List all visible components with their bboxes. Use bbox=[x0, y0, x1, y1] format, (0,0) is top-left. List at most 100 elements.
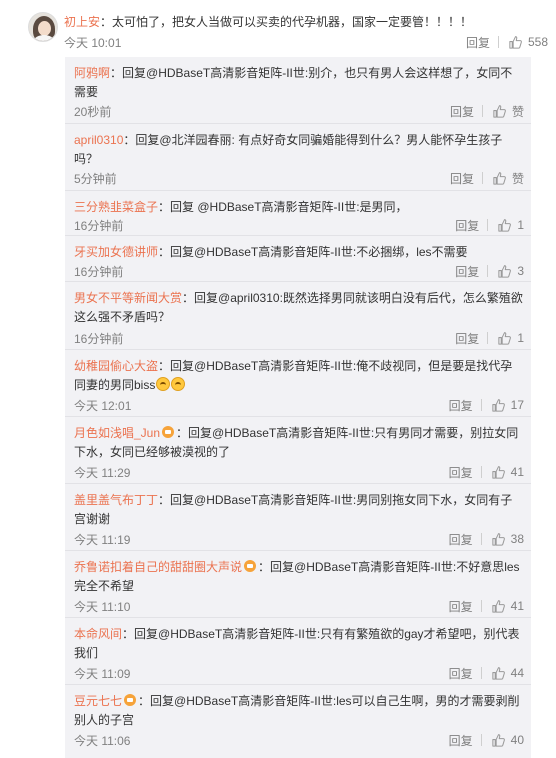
divider bbox=[480, 466, 482, 478]
divider bbox=[481, 172, 483, 184]
laughing-emoji bbox=[156, 377, 171, 391]
thumbs-up-icon bbox=[492, 599, 505, 613]
user-avatar[interactable] bbox=[28, 12, 58, 42]
like-button[interactable]: 41 bbox=[491, 465, 524, 480]
reply-text: 男女不平等新闻大赏：回复@april0310:既然选择男同就该明白没有后代，怎么… bbox=[74, 289, 524, 327]
reply-author[interactable]: 月色如浅唱_Jun bbox=[74, 426, 160, 440]
reply-actions: 回复 17 bbox=[449, 397, 524, 413]
reply-text: 盖里盖气布丁丁：回复@HDBaseT高清影音矩阵-II世:男同别拖女同下水，女同… bbox=[74, 491, 524, 529]
reply-text: april0310：回复@北洋园春丽: 有点好奇女同骗婚能得到什么？男人能怀孕生… bbox=[74, 131, 524, 169]
comment-text: 初上安：太可怕了，把女人当做可以买卖的代孕机器，国家一定要管！！！！ bbox=[64, 13, 548, 31]
divider bbox=[487, 219, 489, 231]
reply-body: ：回复@HDBaseT高清影音矩阵-II世:别介，也只有男人会这样想了，女同不需… bbox=[74, 66, 513, 99]
reply-author[interactable]: 牙买加女德讲师 bbox=[74, 245, 158, 259]
divider bbox=[480, 667, 482, 679]
reply-author[interactable]: 盖里盖气布丁丁 bbox=[74, 493, 158, 507]
reply-actions: 回复 40 bbox=[449, 732, 524, 748]
like-count: 赞 bbox=[511, 104, 524, 119]
like-button[interactable]: 41 bbox=[491, 599, 524, 614]
reply-meta: 今天 12:01 回复 17 bbox=[74, 397, 524, 413]
reply-meta: 16分钟前 回复 1 bbox=[74, 330, 524, 346]
reply-button[interactable]: 回复 bbox=[449, 598, 473, 615]
reply-text: 三分熟韭菜盒子：回复 @HDBaseT高清影音矩阵-II世:是男同， bbox=[74, 198, 524, 217]
reply-button[interactable]: 回复 bbox=[449, 732, 473, 749]
like-button[interactable]: 赞 bbox=[492, 170, 524, 187]
like-button[interactable]: 38 bbox=[491, 532, 524, 547]
reply-button[interactable]: 回复 bbox=[450, 103, 474, 120]
reply-actions: 回复 41 bbox=[449, 598, 524, 614]
reply-item: 男女不平等新闻大赏：回复@april0310:既然选择男同就该明白没有后代，怎么… bbox=[65, 282, 531, 350]
like-button[interactable]: 44 bbox=[491, 666, 524, 681]
reply-text: 本命风间：回复@HDBaseT高清影音矩阵-II世:只有有繁殖欲的gay才希望吧… bbox=[74, 625, 524, 663]
thumbs-up-icon bbox=[493, 171, 506, 185]
thumbs-up-icon bbox=[492, 666, 505, 680]
reply-time: 今天 11:10 bbox=[74, 600, 131, 614]
reply-item: 幼稚园偷心大盗：回复@HDBaseT高清影音矩阵-II世:俺不歧视同，但是要是找… bbox=[65, 350, 531, 417]
reply-time: 今天 11:29 bbox=[74, 466, 131, 480]
reply-time: 5分钟前 bbox=[74, 172, 117, 186]
reply-button[interactable]: 回复 bbox=[466, 34, 490, 51]
reply-button[interactable]: 回复 bbox=[449, 397, 473, 414]
thumbs-up-icon bbox=[498, 218, 512, 232]
reply-body: ：回复@HDBaseT高清影音矩阵-II世:不必捆绑，les不需要 bbox=[158, 245, 468, 259]
reply-button[interactable]: 回复 bbox=[455, 330, 479, 347]
comment-thread: 初上安：太可怕了，把女人当做可以买卖的代孕机器，国家一定要管！！！！ 今天 10… bbox=[0, 0, 556, 758]
like-button[interactable]: 1 bbox=[497, 331, 524, 346]
reply-text: 豆元七七 ：回复@HDBaseT高清影音矩阵-II世:les可以自己生啊，男的才需… bbox=[74, 692, 524, 730]
reply-author[interactable]: april0310 bbox=[74, 133, 123, 147]
reply-time: 今天 11:19 bbox=[74, 533, 131, 547]
reply-author[interactable]: 幼稚园偷心大盗 bbox=[74, 359, 158, 373]
comment-author[interactable]: 初上安 bbox=[64, 15, 100, 29]
thumbs-up-icon bbox=[492, 465, 505, 479]
reply-button[interactable]: 回复 bbox=[455, 217, 479, 234]
reply-actions: 回复 赞 bbox=[450, 170, 524, 186]
like-count: 41 bbox=[510, 465, 524, 479]
reply-author[interactable]: 本命风间 bbox=[74, 627, 122, 641]
reply-author[interactable]: 阿鸦啊 bbox=[74, 66, 110, 80]
like-count: 1 bbox=[517, 218, 524, 232]
divider bbox=[480, 600, 482, 612]
reply-author[interactable]: 乔鲁诺扣着自己的甜甜圈大声说 bbox=[74, 560, 242, 574]
reply-time: 16分钟前 bbox=[74, 219, 124, 233]
reply-button[interactable]: 回复 bbox=[449, 531, 473, 548]
reply-actions: 回复 赞 bbox=[450, 103, 524, 119]
reply-text: 乔鲁诺扣着自己的甜甜圈大声说 ：回复@HDBaseT高清影音矩阵-II世:不好意思… bbox=[74, 558, 524, 596]
reply-meta: 今天 11:06 回复 40 bbox=[74, 732, 524, 748]
like-count: 41 bbox=[510, 599, 524, 613]
like-button[interactable]: 3 bbox=[497, 264, 524, 279]
reply-item: 牙买加女德讲师：回复@HDBaseT高清影音矩阵-II世:不必捆绑，les不需要… bbox=[65, 236, 531, 282]
reply-author[interactable]: 三分熟韭菜盒子 bbox=[74, 200, 158, 214]
reply-button[interactable]: 回复 bbox=[449, 464, 473, 481]
like-button[interactable]: 赞 bbox=[492, 103, 524, 120]
divider bbox=[487, 265, 489, 277]
thumbs-up-icon bbox=[509, 35, 522, 49]
like-count: 赞 bbox=[511, 171, 524, 186]
like-count: 40 bbox=[510, 733, 524, 747]
reply-item: 盖里盖气布丁丁：回复@HDBaseT高清影音矩阵-II世:男同别拖女同下水，女同… bbox=[65, 484, 531, 551]
reply-body: ：回复 @HDBaseT高清影音矩阵-II世:是男同， bbox=[158, 200, 408, 214]
comment-body: ：太可怕了，把女人当做可以买卖的代孕机器，国家一定要管！！！！ bbox=[100, 15, 473, 29]
like-button[interactable]: 40 bbox=[491, 733, 524, 748]
reply-text: 阿鸦啊：回复@HDBaseT高清影音矩阵-II世:别介，也只有男人会这样想了，女… bbox=[74, 64, 524, 102]
divider bbox=[497, 36, 499, 48]
like-button[interactable]: 558 bbox=[508, 35, 548, 50]
reply-actions: 回复 44 bbox=[449, 665, 524, 681]
like-button[interactable]: 1 bbox=[497, 218, 524, 233]
reply-body: ：回复@北洋园春丽: 有点好奇女同骗婚能得到什么？男人能怀孕生孩子吗？ bbox=[74, 133, 503, 166]
reply-button[interactable]: 回复 bbox=[449, 665, 473, 682]
like-button[interactable]: 17 bbox=[491, 398, 524, 413]
reply-author[interactable]: 豆元七七 bbox=[74, 694, 122, 708]
reply-author[interactable]: 男女不平等新闻大赏 bbox=[74, 291, 182, 305]
reply-actions: 回复 1 bbox=[455, 330, 524, 346]
reply-item: 月色如浅唱_Jun ：回复@HDBaseT高清影音矩阵-II世:只有男同才需要，别… bbox=[65, 417, 531, 484]
reply-text: 幼稚园偷心大盗：回复@HDBaseT高清影音矩阵-II世:俺不歧视同，但是要是找… bbox=[74, 357, 524, 395]
reply-button[interactable]: 回复 bbox=[450, 170, 474, 187]
comment-meta: 今天 10:01 回复 558 bbox=[64, 34, 548, 50]
comment-actions: 回复 558 bbox=[466, 34, 548, 50]
reply-button[interactable]: 回复 bbox=[455, 263, 479, 280]
reply-meta: 今天 11:29 回复 41 bbox=[74, 464, 524, 480]
like-count: 17 bbox=[510, 398, 524, 412]
reply-item: 乔鲁诺扣着自己的甜甜圈大声说 ：回复@HDBaseT高清影音矩阵-II世:不好意思… bbox=[65, 551, 531, 618]
reply-meta: 今天 11:19 回复 38 bbox=[74, 531, 524, 547]
reply-text: 牙买加女德讲师：回复@HDBaseT高清影音矩阵-II世:不必捆绑，les不需要 bbox=[74, 243, 524, 262]
